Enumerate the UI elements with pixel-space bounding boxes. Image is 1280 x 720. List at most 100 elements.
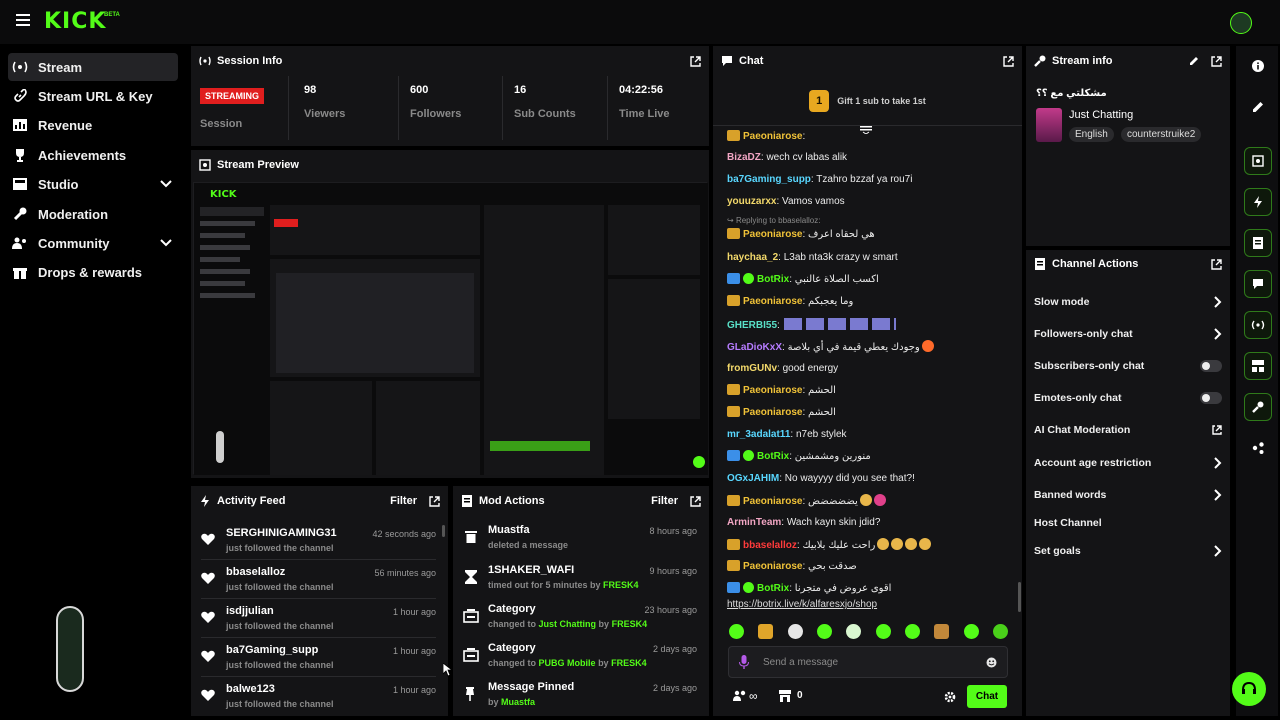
action-label: AI Chat Moderation [1034, 424, 1131, 436]
gift-sub-banner[interactable]: 1 Gift 1 sub to take 1st [713, 76, 1022, 126]
popout-icon[interactable] [690, 495, 701, 507]
sidebar-item-stream[interactable]: Stream [8, 53, 178, 81]
chat-username[interactable]: ArminTeam [727, 517, 781, 528]
chat-username[interactable]: bbaselalloz [743, 540, 797, 551]
chat-username[interactable]: Paeoniarose [743, 296, 802, 307]
wrench-icon[interactable] [1244, 393, 1272, 421]
chat-username[interactable]: BizaDZ [727, 152, 761, 163]
popout-icon[interactable] [1211, 258, 1222, 270]
by-label: by [598, 658, 609, 668]
chat-username[interactable]: Paeoniarose [743, 561, 802, 572]
chat-username[interactable]: Paeoniarose [743, 229, 802, 240]
chat-messages[interactable]: Paeoniarose: BizaDZ: wech cv labas alik … [713, 128, 1022, 628]
ai-chat-moderation-row[interactable]: AI Chat Moderation [1034, 418, 1222, 442]
emote-icon[interactable] [729, 624, 744, 639]
category-name[interactable]: Just Chatting [539, 619, 597, 629]
emotes-only-toggle[interactable] [1200, 392, 1222, 404]
activity-list[interactable]: SERGHINIGAMING31 just followed the chann… [191, 525, 448, 716]
sidebar-item-moderation[interactable]: Moderation [8, 200, 178, 228]
filter-button[interactable]: Filter [390, 495, 417, 507]
users-icon[interactable] [733, 690, 747, 702]
emote-icon[interactable] [875, 624, 891, 639]
microphone-icon[interactable] [739, 655, 749, 669]
layout-icon[interactable] [1244, 352, 1272, 380]
sidebar-item-drops-rewards[interactable]: Drops & rewards [8, 258, 178, 286]
emote-icon[interactable] [758, 624, 774, 639]
pencil-icon[interactable] [1244, 93, 1272, 121]
chat-bubble-icon[interactable] [1244, 270, 1272, 298]
share-icon[interactable] [1244, 434, 1272, 462]
pencil-icon[interactable] [1189, 56, 1199, 66]
moderator-name[interactable]: FRESK4 [603, 580, 639, 590]
tag-chip[interactable]: English [1069, 127, 1114, 142]
chat-username[interactable]: haychaa_2 [727, 252, 778, 263]
set-goals-row[interactable]: Set goals [1034, 539, 1222, 563]
settings-gear-icon[interactable] [944, 691, 956, 703]
category-name[interactable]: Just Chatting [1069, 109, 1133, 121]
chat-link[interactable]: https://botrix.live/k/alfaresxjo/shop [727, 598, 1010, 612]
chat-username[interactable]: mr_3adalat11 [727, 429, 790, 440]
emote-icon[interactable] [992, 624, 1008, 639]
emoji-picker-icon[interactable] [986, 657, 997, 668]
camera-icon[interactable] [1244, 147, 1272, 175]
sidebar-item-label: Drops & rewards [38, 264, 143, 280]
emote-icon[interactable] [904, 624, 920, 639]
stream-video[interactable]: KICK [193, 182, 708, 475]
emote-icon[interactable] [787, 624, 803, 639]
popout-icon[interactable] [1211, 55, 1222, 67]
chat-username[interactable]: BotRix [757, 451, 789, 462]
crown-badge-icon [727, 295, 740, 306]
tag-chip[interactable]: counterstruike2 [1121, 127, 1202, 142]
account-age-row[interactable]: Account age restriction [1034, 451, 1222, 475]
chat-username[interactable]: Paeoniarose [743, 131, 802, 142]
store-icon[interactable] [779, 690, 791, 702]
chat-username[interactable]: BotRix [757, 274, 789, 285]
moderator-name[interactable]: FRESK4 [611, 658, 647, 668]
emote-icon[interactable] [816, 624, 832, 639]
user-avatar[interactable] [1230, 12, 1252, 34]
kick-logo[interactable]: KICK [44, 9, 106, 34]
scrollbar[interactable] [1018, 582, 1021, 612]
chat-username[interactable]: youuzarxx [727, 196, 776, 207]
chat-username[interactable]: Paeoniarose [743, 385, 802, 396]
mod-actions-list[interactable]: Muastfa deleted a message 8 hours ago 1S… [453, 522, 709, 716]
popout-icon[interactable] [690, 55, 701, 67]
category-name[interactable]: PUBG Mobile [539, 658, 596, 668]
emote-icon[interactable] [846, 624, 862, 639]
chat-username[interactable]: ba7Gaming_supp [727, 174, 811, 185]
sidebar-item-achievements[interactable]: Achievements [8, 141, 178, 169]
emote-icon[interactable] [934, 624, 950, 639]
chat-username[interactable]: GLaDioKxX [727, 342, 782, 353]
chat-username[interactable]: BotRix [757, 583, 789, 594]
sidebar-item-studio[interactable]: Studio [8, 170, 178, 198]
followers-only-row[interactable]: Followers-only chat [1034, 322, 1222, 346]
support-chat-button[interactable] [1232, 672, 1266, 706]
chat-username[interactable]: fromGUNv [727, 363, 777, 374]
chat-username[interactable]: Paeoniarose [743, 496, 802, 507]
emote-icon[interactable] [963, 624, 979, 639]
chat-username[interactable]: Paeoniarose [743, 407, 802, 418]
moderator-name[interactable]: FRESK4 [612, 619, 648, 629]
subscribers-only-toggle[interactable] [1200, 360, 1222, 372]
popout-icon[interactable] [1003, 55, 1014, 67]
bolt-icon[interactable] [1244, 188, 1272, 216]
popout-icon[interactable] [429, 495, 440, 507]
document-icon[interactable] [1244, 229, 1272, 257]
moderator-name[interactable]: Muastfa [501, 697, 535, 707]
chat-username[interactable]: OGxJAHIM [727, 473, 779, 484]
info-icon[interactable] [1244, 52, 1272, 80]
chat-username[interactable]: GHERBI55 [727, 320, 777, 331]
sidebar-item-stream-url-key[interactable]: Stream URL & Key [8, 82, 178, 110]
category-thumbnail[interactable] [1036, 108, 1062, 142]
scrollbar[interactable] [442, 525, 445, 537]
menu-icon[interactable] [16, 14, 30, 26]
filter-button[interactable]: Filter [651, 495, 678, 507]
sidebar-item-community[interactable]: Community [8, 229, 178, 257]
broadcast-icon[interactable] [1244, 311, 1272, 339]
chat-input[interactable]: Send a message [728, 646, 1008, 678]
banned-words-row[interactable]: Banned words [1034, 483, 1222, 507]
send-chat-button[interactable]: Chat [967, 685, 1007, 708]
sidebar-item-revenue[interactable]: Revenue [8, 111, 178, 139]
host-channel-row[interactable]: Host Channel [1034, 511, 1222, 535]
slow-mode-row[interactable]: Slow mode [1034, 290, 1222, 314]
